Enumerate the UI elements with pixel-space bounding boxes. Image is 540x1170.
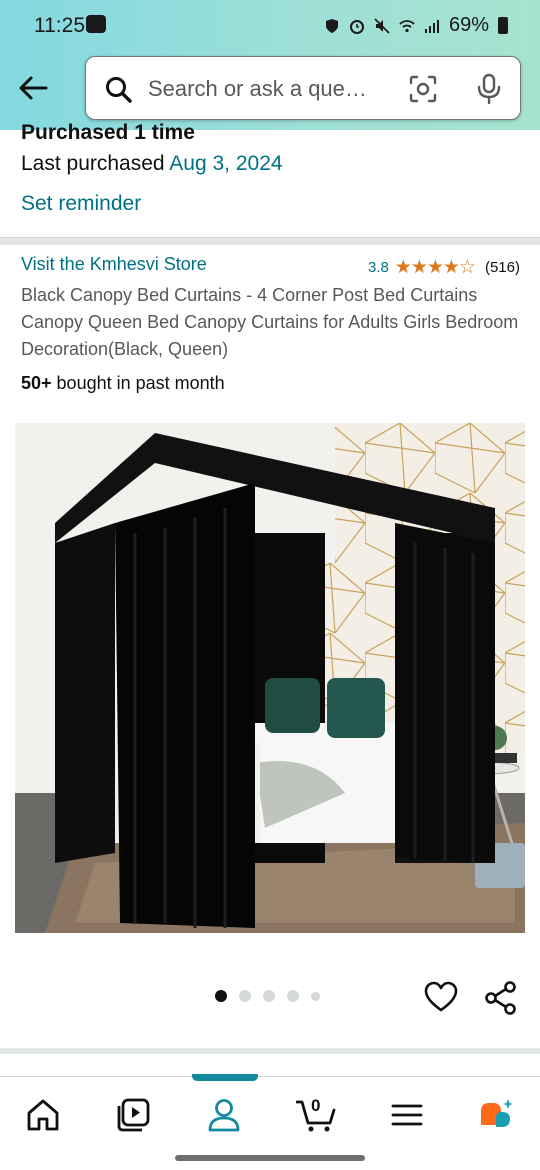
alarm-icon [349,19,364,34]
section-divider [0,237,540,245]
app-notification-icon [86,15,106,33]
microphone-icon[interactable] [474,72,504,106]
video-icon[interactable] [115,1097,151,1133]
battery-icon [498,17,508,34]
home-icon[interactable] [25,1097,61,1133]
bought-in-past-month: 50+ bought in past month [21,373,225,394]
account-icon[interactable] [206,1097,242,1133]
header: 11:25 69% Search or ask a que… [0,0,540,130]
carousel-dot[interactable] [311,991,320,1001]
search-bar[interactable]: Search or ask a que… [85,56,521,120]
status-bar: 11:25 69% [0,0,540,52]
last-purchased-label: Last purchased [21,152,170,175]
status-icons: 69% [324,14,508,37]
review-count: (516) [484,259,520,276]
bought-text: bought in past month [51,373,225,393]
last-purchased-date[interactable]: Aug 3, 2024 [169,152,282,175]
status-time: 11:25 [34,14,85,37]
search-input[interactable]: Search or ask a que… [148,76,367,102]
store-link[interactable]: Visit the Kmhesvi Store [21,254,207,275]
purchase-count: Purchased 1 time [21,121,195,144]
star-rating-icon: ★★★★☆ [394,257,476,278]
wifi-icon [399,19,415,32]
rating[interactable]: 3.8 ★★★★☆ (516) [368,256,520,279]
rating-value: 3.8 [367,259,389,276]
signal-icon [424,19,439,33]
carousel-dot[interactable] [215,990,227,1002]
search-icon [106,77,132,103]
share-icon[interactable] [484,981,518,1015]
shield-icon [325,18,338,33]
carousel-dot[interactable] [239,990,251,1002]
product-title: Black Canopy Bed Curtains - 4 Corner Pos… [21,285,519,359]
cart-count-badge: 0 [311,1096,321,1115]
menu-icon[interactable] [389,1097,425,1133]
back-arrow-icon[interactable] [16,70,52,106]
canopy-bed-photo [15,423,525,933]
carousel-dot[interactable] [287,990,299,1002]
last-purchased: Last purchased Aug 3, 2024 [21,152,283,176]
mute-icon [374,17,390,34]
camera-scan-icon[interactable] [408,74,438,104]
section-divider [0,1048,540,1054]
battery-percent: 69% [448,14,489,36]
set-reminder-link[interactable]: Set reminder [21,192,141,216]
image-carousel-dots[interactable] [215,990,320,1002]
bought-count: 50+ [21,373,52,393]
rufus-icon[interactable] [478,1097,514,1133]
carousel-dot[interactable] [263,990,275,1002]
heart-icon[interactable] [424,981,458,1013]
gesture-bar [175,1155,365,1161]
product-image[interactable] [15,423,525,933]
active-tab-indicator [192,1074,258,1081]
